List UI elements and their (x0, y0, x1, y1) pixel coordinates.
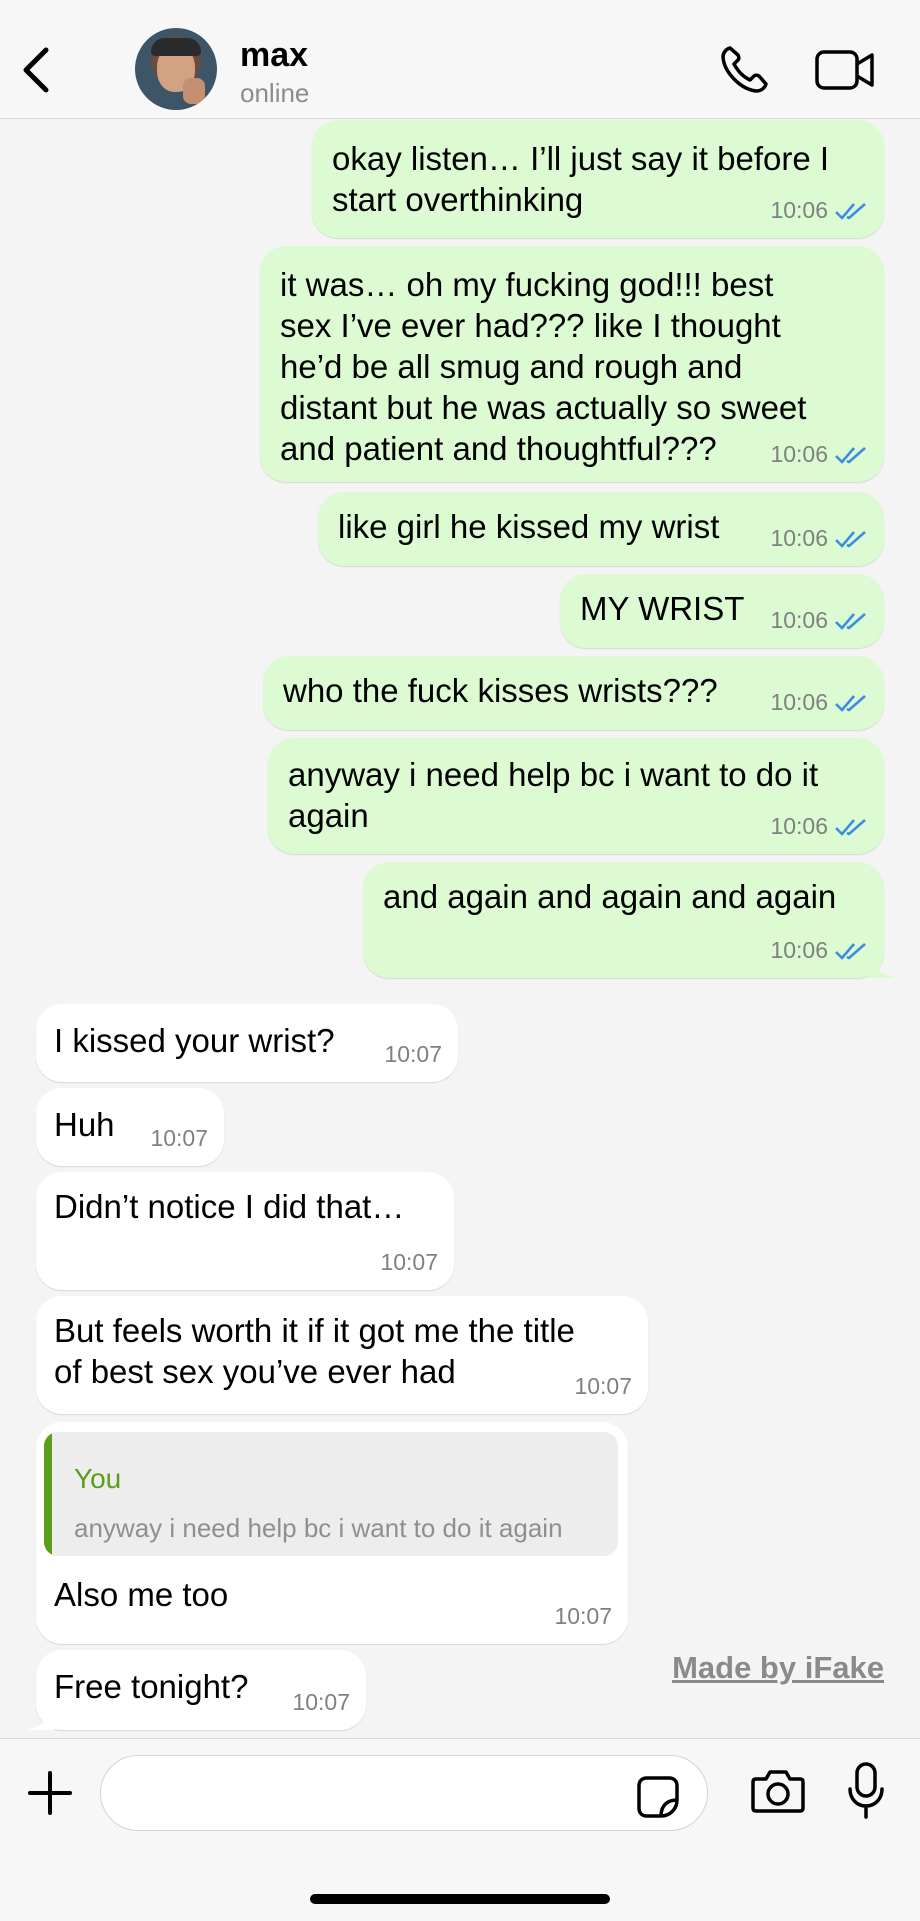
message-time: 10:07 (292, 1689, 350, 1715)
message-meta: 10:06 (770, 527, 868, 550)
outgoing-message[interactable]: and again and again and again 10:06 (363, 862, 898, 978)
contact-status: online (240, 78, 310, 108)
message-text: Also me too (54, 1576, 229, 1613)
read-ticks-icon (835, 202, 866, 220)
message-time: 10:07 (554, 1603, 612, 1629)
message-time: 10:07 (380, 1249, 438, 1275)
camera-icon[interactable] (750, 1765, 806, 1817)
microphone-icon[interactable] (846, 1761, 886, 1821)
message-meta: 10:06 (770, 443, 868, 466)
contact-name[interactable]: max (240, 36, 308, 75)
message-time: 10:06 (770, 937, 828, 963)
message-text: Huh (54, 1106, 115, 1143)
message-meta: 10:07 (380, 1251, 438, 1274)
message-text: Didn’t notice I did that… (54, 1188, 405, 1225)
outgoing-message[interactable]: like girl he kissed my wrist 10:06 (318, 492, 884, 566)
chat-header: max online (0, 0, 920, 119)
message-text: okay listen… I’ll just say it before Ist… (332, 140, 830, 218)
message-meta: 10:06 (770, 199, 868, 222)
watermark[interactable]: Made by iFake (672, 1650, 884, 1686)
bubble-tail (868, 954, 898, 978)
read-ticks-icon (835, 694, 866, 712)
outgoing-message[interactable]: anyway i need help bc i want to do it aga… (268, 738, 884, 854)
message-text: But feels worth it if it got me the titl… (54, 1312, 575, 1390)
avatar[interactable] (135, 28, 217, 110)
message-meta: 10:07 (574, 1375, 632, 1398)
message-text: like girl he kissed my wrist (338, 508, 720, 545)
message-text: and again and again and again (383, 878, 837, 915)
outgoing-message[interactable]: okay listen… I’ll just say it before Ist… (312, 120, 884, 238)
message-text: Free tonight? (54, 1668, 249, 1705)
message-time: 10:07 (384, 1041, 442, 1067)
message-time: 10:06 (770, 197, 828, 223)
message-input-field[interactable] (100, 1755, 708, 1831)
message-text: it was… oh my fucking god!!! best sex I’v… (280, 266, 807, 467)
outgoing-message[interactable]: MY WRIST 10:06 (560, 574, 884, 648)
message-time: 10:06 (770, 689, 828, 715)
message-text: who the fuck kisses wrists??? (283, 672, 718, 709)
bubble-tail (24, 1706, 54, 1730)
message-meta: 10:06 (770, 939, 868, 962)
message-meta: 10:06 (770, 815, 868, 838)
message-text: I kissed your wrist? (54, 1022, 335, 1059)
message-time: 10:06 (770, 813, 828, 839)
message-list[interactable]: okay listen… I’ll just say it before Ist… (0, 118, 920, 1738)
incoming-message[interactable]: I kissed your wrist? 10:07 (36, 1004, 458, 1082)
message-meta: 10:06 (770, 609, 868, 632)
message-time: 10:07 (574, 1373, 632, 1399)
message-text: MY WRIST (580, 590, 745, 627)
quoted-message[interactable]: You anyway i need help bc i want to do i… (44, 1432, 618, 1556)
plus-icon[interactable] (26, 1769, 74, 1817)
incoming-message[interactable]: But feels worth it if it got me the titl… (36, 1296, 648, 1414)
outgoing-message[interactable]: who the fuck kisses wrists??? 10:06 (263, 656, 884, 730)
message-text: anyway i need help bc i want to do it aga… (288, 756, 819, 834)
sticker-icon[interactable] (635, 1774, 681, 1820)
message-time: 10:06 (770, 441, 828, 467)
read-ticks-icon (835, 612, 866, 630)
incoming-message[interactable]: Didn’t notice I did that… 10:07 (36, 1172, 454, 1290)
incoming-message[interactable]: Free tonight? 10:07 (24, 1650, 366, 1730)
message-time: 10:06 (770, 525, 828, 551)
read-ticks-icon (835, 818, 866, 836)
message-meta: 10:07 (292, 1691, 350, 1714)
video-camera-icon[interactable] (814, 44, 876, 96)
message-meta: 10:07 (554, 1605, 612, 1628)
quote-accent-bar (44, 1432, 52, 1556)
message-meta: 10:07 (384, 1043, 442, 1066)
message-meta: 10:07 (150, 1127, 208, 1150)
message-meta: 10:06 (770, 691, 868, 714)
read-ticks-icon (835, 530, 866, 548)
message-time: 10:07 (150, 1125, 208, 1151)
phone-icon[interactable] (718, 44, 770, 96)
read-ticks-icon (835, 446, 866, 464)
incoming-message[interactable]: Huh 10:07 (36, 1088, 224, 1166)
message-time: 10:06 (770, 607, 828, 633)
home-indicator[interactable] (310, 1894, 610, 1904)
message-input[interactable] (125, 1770, 609, 1818)
incoming-reply-message[interactable]: You anyway i need help bc i want to do i… (36, 1422, 628, 1644)
read-ticks-icon (835, 942, 866, 960)
outgoing-message[interactable]: it was… oh my fucking god!!! best sex I’v… (260, 246, 884, 482)
chevron-left-icon[interactable] (18, 44, 54, 96)
quote-author: You (74, 1463, 122, 1494)
quote-text: anyway i need help bc i want to do it ag… (74, 1513, 563, 1543)
